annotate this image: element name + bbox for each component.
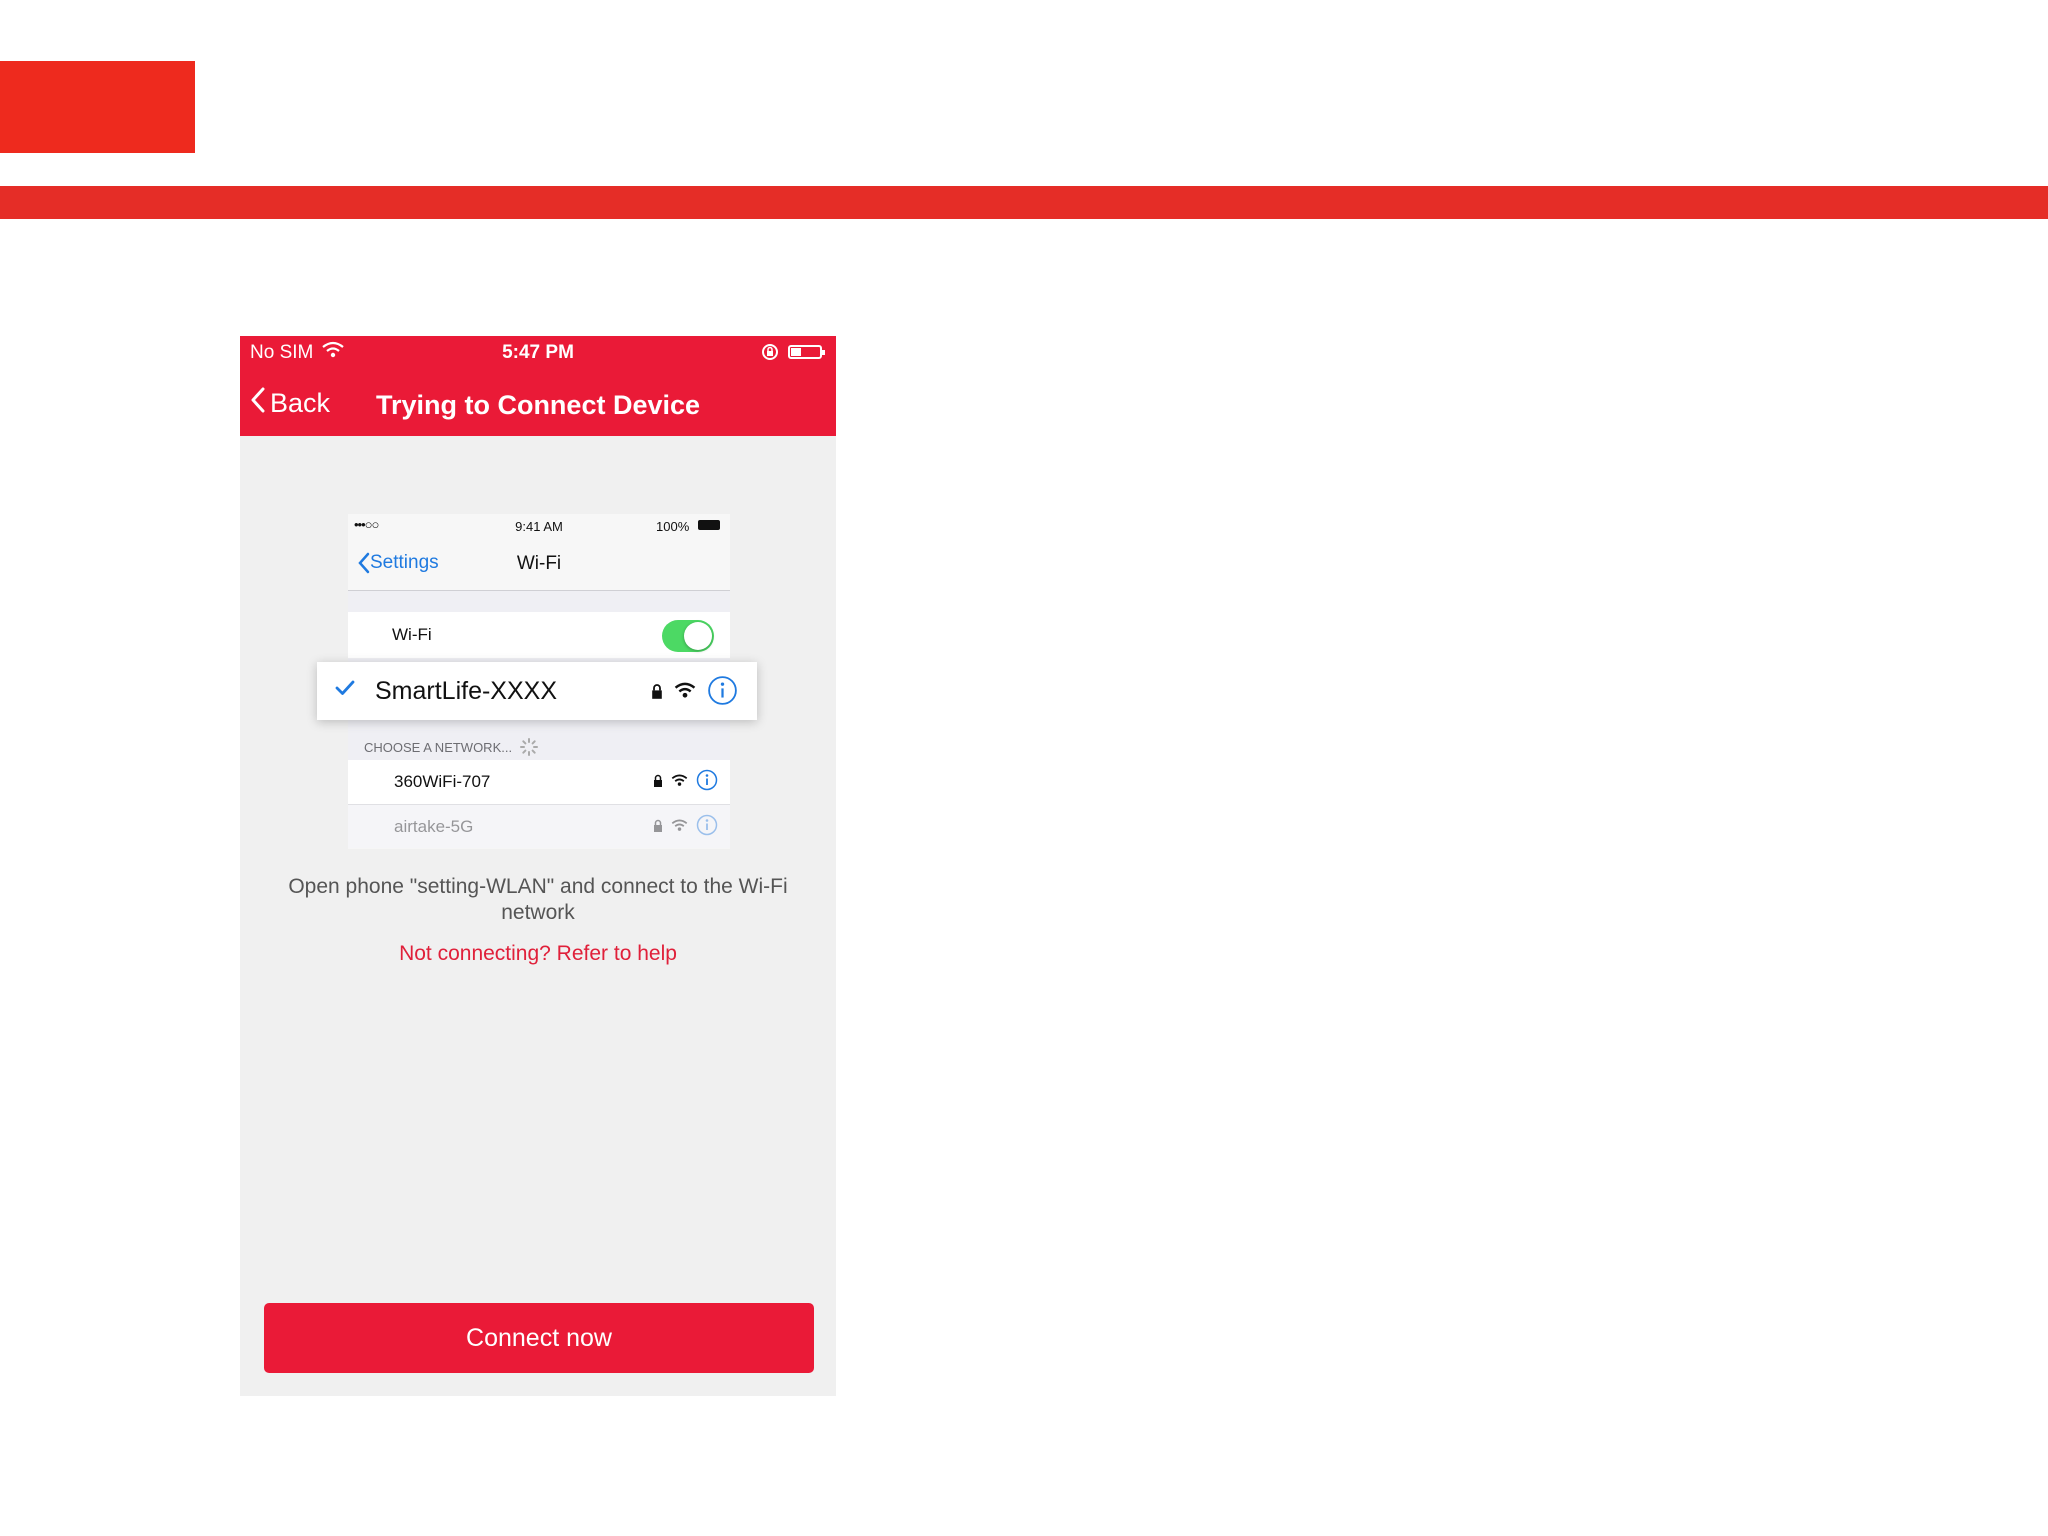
battery-icon xyxy=(698,520,720,530)
battery-icon xyxy=(788,345,825,359)
phone-screen: No SIM 5:47 PM Back Trying to Connect De… xyxy=(240,336,836,1396)
lock-icon xyxy=(654,774,662,787)
wifi-toggle-row: Wi-Fi xyxy=(348,612,730,658)
illustration-title: Wi-Fi xyxy=(516,553,562,574)
wifi-icon xyxy=(671,774,688,786)
info-icon xyxy=(696,814,718,836)
lock-icon xyxy=(654,819,662,832)
info-icon xyxy=(708,676,737,705)
wifi-toggle xyxy=(662,620,714,652)
illustration-battery-text: 100% xyxy=(656,519,690,534)
status-time: 5:47 PM xyxy=(502,342,574,363)
wifi-label: Wi-Fi xyxy=(392,625,432,644)
selected-network-callout: SmartLife-XXXX xyxy=(317,662,757,720)
network-name: airtake-5G xyxy=(394,817,474,836)
help-link[interactable]: Not connecting? Refer to help xyxy=(240,942,836,966)
network-name: 360WiFi-707 xyxy=(394,772,491,791)
checkmark-icon xyxy=(335,679,355,702)
illustration-status-bar: •••○○ 9:41 AM 100% xyxy=(348,514,730,536)
network-row: 360WiFi-707 xyxy=(348,760,730,805)
nav-bar: Back Trying to Connect Device xyxy=(240,370,836,436)
instruction-text: Open phone "setting-WLAN" and connect to… xyxy=(288,875,788,924)
slide-header-tab xyxy=(0,61,195,153)
slide-header-band xyxy=(0,186,2048,219)
page-title: Trying to Connect Device xyxy=(375,390,701,420)
wifi-icon xyxy=(671,819,688,831)
info-icon xyxy=(696,769,718,791)
lock-icon xyxy=(652,683,662,699)
wifi-icon xyxy=(674,682,696,698)
orientation-lock-icon xyxy=(761,343,779,367)
status-bar: No SIM 5:47 PM xyxy=(240,336,836,370)
selected-network-name: SmartLife-XXXX xyxy=(375,677,558,705)
network-row: airtake-5G xyxy=(348,805,730,849)
spinner-icon xyxy=(520,738,539,756)
section-header: CHOOSE A NETWORK... xyxy=(364,738,539,756)
connect-now-button[interactable]: Connect now xyxy=(264,1303,814,1373)
illustration-nav: Settings Wi-Fi xyxy=(348,536,730,591)
